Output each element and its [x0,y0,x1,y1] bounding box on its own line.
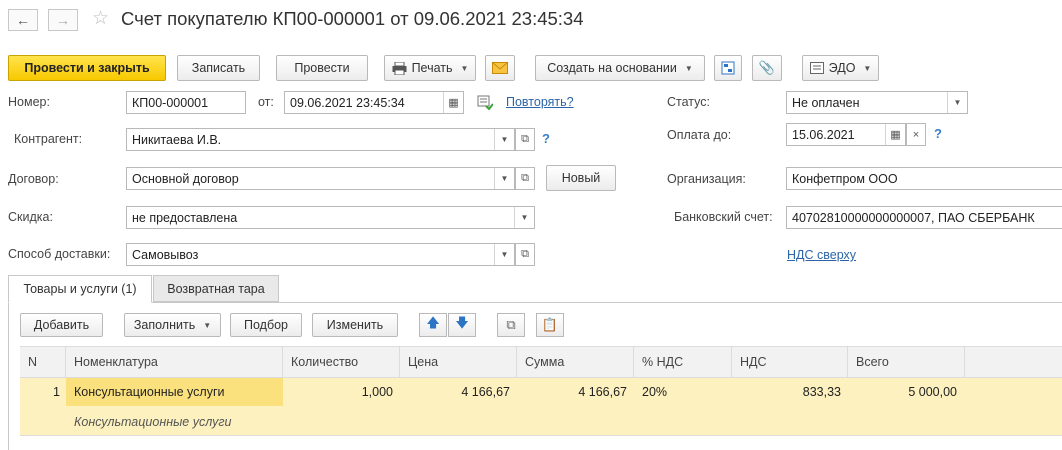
contract-label: Договор: [8,172,59,186]
tab-returnable-packaging[interactable]: Возвратная тара [153,275,279,302]
pick-button[interactable]: Подбор [230,313,302,337]
back-button[interactable]: ← [8,9,38,31]
move-down-button[interactable]: 🡇 [448,313,476,337]
number-field[interactable]: КП00-000001 [126,91,246,114]
organization-label: Организация: [667,172,746,186]
envelope-icon [492,62,508,74]
cell-price[interactable]: 4 166,67 [400,378,510,406]
cell-sum[interactable]: 4 166,67 [517,378,627,406]
discount-select[interactable]: не предоставлена ▼ [126,206,535,229]
cell-vat-rate[interactable]: 20% [642,378,722,406]
repeat-link[interactable]: Повторять? [506,95,574,109]
column-header-vat[interactable]: НДС [732,347,848,378]
help-icon[interactable]: ? [934,126,942,141]
cell-total[interactable]: 5 000,00 [848,378,957,406]
printer-icon [392,61,407,75]
status-label: Статус: [667,95,710,109]
cell-item-content[interactable]: Консультационные услуги [74,408,279,436]
date-field[interactable]: 09.06.2021 23:45:34 ▦ [284,91,464,114]
chevron-down-icon[interactable]: ▼ [494,129,514,150]
cell-vat[interactable]: 833,33 [732,378,841,406]
paste-icon: 📋 [541,317,559,332]
tab-goods-services[interactable]: Товары и услуги (1) [8,275,152,303]
vat-on-top-link[interactable]: НДС сверху [787,248,856,262]
paste-row-button[interactable]: 📋 [536,313,564,337]
column-header-vat-rate[interactable]: % НДС [634,347,732,378]
pay-until-label: Оплата до: [667,128,732,142]
chevron-down-icon[interactable]: ▼ [514,207,534,228]
arrow-right-icon: → [56,12,70,28]
table-row[interactable]: 1 Консультационные услуги Консультационн… [20,378,1062,435]
fill-label: Заполнить [133,318,196,332]
column-header-n[interactable]: N [20,347,66,378]
calendar-icon[interactable]: ▦ [885,124,905,145]
chevron-down-icon[interactable]: ▼ [947,92,967,113]
paperclip-icon: 📎 [758,60,776,75]
save-button[interactable]: Записать [177,55,260,81]
calendar-icon[interactable]: ▦ [443,92,463,113]
edo-button[interactable]: ЭДО ▼ [802,55,879,81]
counterparty-field[interactable]: Никитаева И.В. ▼ [126,128,515,151]
arrow-up-icon: 🡅 [426,315,440,330]
cell-qty[interactable]: 1,000 [283,378,393,406]
forward-button[interactable]: → [48,9,78,31]
post-button[interactable]: Провести [276,55,368,81]
status-select[interactable]: Не оплачен ▼ [786,91,968,114]
structure-icon [721,61,735,75]
cell-n: 1 [53,385,60,399]
copy-icon: ⧉ [506,317,516,332]
cell-item[interactable]: Консультационные услуги [74,378,279,406]
number-label: Номер: [8,95,50,109]
chevron-down-icon[interactable]: ▼ [494,244,514,265]
chevron-down-icon: ▼ [203,320,212,330]
clear-icon[interactable]: × [906,123,926,146]
discount-label: Скидка: [8,210,53,224]
column-header-empty [965,347,1062,378]
delivery-label: Способ доставки: [8,247,111,261]
new-contract-button[interactable]: Новый [546,165,616,191]
star-icon[interactable]: ☆ [92,7,109,30]
column-header-item[interactable]: Номенклатура [66,347,283,378]
change-button[interactable]: Изменить [312,313,398,337]
edo-label: ЭДО [828,61,856,75]
arrow-left-icon: ← [16,12,30,28]
fill-button[interactable]: Заполнить ▼ [124,313,221,337]
column-header-sum[interactable]: Сумма [517,347,634,378]
column-header-qty[interactable]: Количество [283,347,400,378]
chevron-down-icon: ▼ [863,63,872,73]
chevron-down-icon: ▼ [460,63,469,73]
post-and-close-button[interactable]: Провести и закрыть [8,55,166,81]
print-button[interactable]: Печать ▼ [384,55,476,81]
edo-icon [809,62,824,74]
open-icon[interactable]: ⧉ [515,167,535,190]
create-based-on-button[interactable]: Создать на основании ▼ [535,55,705,81]
page-title: Счет покупателю КП00-000001 от 09.06.202… [121,8,584,29]
chevron-down-icon: ▼ [684,63,693,73]
bank-account-label: Банковский счет: [674,210,773,224]
print-label: Печать [411,61,453,75]
email-button[interactable] [485,55,515,81]
move-up-button[interactable]: 🡅 [419,313,447,337]
table-row-divider [20,435,1062,436]
open-icon[interactable]: ⧉ [515,243,535,266]
structure-button[interactable] [714,55,742,81]
contract-field[interactable]: Основной договор ▼ [126,167,515,190]
copy-row-button[interactable]: ⧉ [497,313,525,337]
arrow-down-icon: 🡇 [455,315,469,330]
column-header-price[interactable]: Цена [400,347,517,378]
create-based-on-label: Создать на основании [547,61,677,75]
chevron-down-icon[interactable]: ▼ [494,168,514,189]
delivery-field[interactable]: Самовывоз ▼ [126,243,515,266]
add-row-button[interactable]: Добавить [20,313,103,337]
open-icon[interactable]: ⧉ [515,128,535,151]
attach-button[interactable]: 📎 [752,55,782,81]
column-header-total[interactable]: Всего [848,347,965,378]
pay-until-field[interactable]: 15.06.2021 ▦ [786,123,906,146]
date-label: от: [258,95,274,109]
help-icon[interactable]: ? [542,131,550,146]
repeat-icon[interactable] [477,94,494,111]
counterparty-label: Контрагент: [14,132,83,146]
bank-account-field[interactable]: 40702810000000000007, ПАО СБЕРБАНК [786,206,1062,229]
organization-field[interactable]: Конфетпром ООО [786,167,1062,190]
